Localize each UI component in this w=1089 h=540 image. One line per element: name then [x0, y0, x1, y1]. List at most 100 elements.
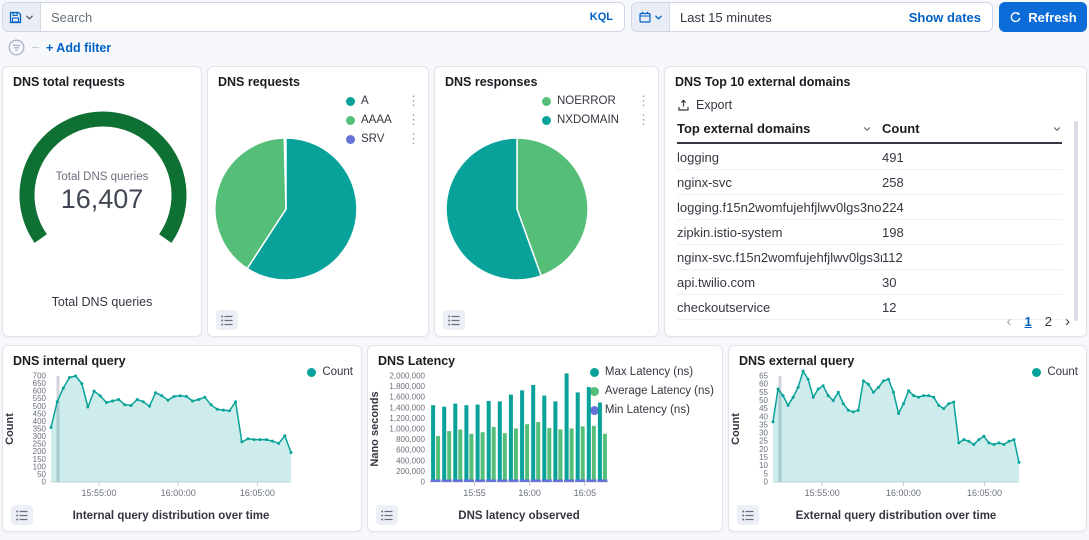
column-header-domains[interactable]: Top external domains: [677, 121, 882, 136]
domain-cell: nginx-svc: [677, 175, 882, 190]
legend-options-icon[interactable]: ⋮: [637, 115, 650, 125]
list-icon: [448, 315, 460, 326]
table-body: logging491nginx-svc258logging.f15n2womfu…: [677, 145, 1062, 320]
export-button[interactable]: Export: [677, 98, 732, 112]
list-icon: [221, 315, 233, 326]
column-header-count[interactable]: Count: [882, 121, 1062, 136]
svg-text:45: 45: [759, 404, 768, 413]
table-row: logging491: [677, 145, 1062, 170]
domain-cell: api.twilio.com: [677, 275, 882, 290]
saved-query-menu-button[interactable]: [3, 3, 41, 31]
area-chart[interactable]: 0501001502002503003504004505005506006507…: [3, 364, 362, 502]
previous-page-icon[interactable]: ‹: [1007, 314, 1012, 329]
page-1-button[interactable]: 1: [1025, 314, 1032, 329]
list-icon: [742, 510, 754, 521]
bar-chart[interactable]: 0200,000400,000600,000800,0001,000,0001,…: [368, 364, 723, 502]
next-page-icon[interactable]: ›: [1065, 314, 1070, 329]
add-filter-button[interactable]: + Add filter: [46, 41, 111, 55]
table-header: Top external domains Count: [677, 121, 1062, 144]
legend-toggle-button[interactable]: [11, 505, 33, 525]
search-input[interactable]: [41, 3, 579, 31]
svg-text:1,200,000: 1,200,000: [389, 414, 425, 423]
legend-item-a[interactable]: A⋮: [346, 95, 420, 107]
chart-x-axis-title: External query distribution over time: [773, 510, 1019, 522]
legend-label: A: [361, 95, 369, 107]
legend-item-noerror[interactable]: NOERROR ⋮: [542, 95, 650, 107]
svg-text:Count: Count: [730, 413, 742, 445]
count-cell: 258: [882, 175, 1062, 190]
panel-title: DNS responses: [445, 75, 537, 89]
svg-text:1,600,000: 1,600,000: [389, 393, 425, 402]
svg-text:35: 35: [759, 420, 768, 429]
domain-cell: zipkin.istio-system: [677, 225, 882, 240]
svg-text:16:00:00: 16:00:00: [886, 488, 921, 498]
gauge-value: 16,407: [3, 184, 201, 215]
panel-dns-external-query: DNS external query Count 051015202530354…: [728, 345, 1087, 532]
svg-text:15: 15: [759, 453, 768, 462]
svg-text:0: 0: [764, 478, 769, 487]
gauge-bottom-label: Total DNS queries: [3, 295, 201, 309]
pie-chart[interactable]: [208, 129, 408, 294]
table-row: logging.f15n2womfujehfjlwv0lgs3nog....22…: [677, 195, 1062, 220]
column-label: Count: [882, 121, 920, 136]
table-row: nginx-svc.f15n2womfujehfjlwv0lgs3no...11…: [677, 245, 1062, 270]
time-range-value[interactable]: Last 15 minutes: [670, 3, 909, 31]
panel-dns-requests: DNS requests A⋮AAAA⋮SRV⋮: [207, 66, 429, 337]
panel-dns-latency: DNS Latency Max Latency (ns)Average Late…: [367, 345, 723, 532]
table-scrollbar[interactable]: [1074, 121, 1078, 321]
legend-toggle-button[interactable]: [216, 310, 238, 330]
sort-chevron-icon: [1052, 124, 1062, 134]
kql-language-button[interactable]: KQL: [579, 3, 624, 31]
svg-text:2,000,000: 2,000,000: [389, 372, 425, 381]
legend-options-icon[interactable]: ⋮: [407, 134, 420, 144]
legend: NOERROR ⋮ NXDOMAIN ⋮: [542, 95, 650, 126]
gauge-center-label: Total DNS queries: [3, 171, 201, 183]
svg-text:50: 50: [759, 396, 768, 405]
svg-text:15:55: 15:55: [463, 488, 486, 498]
legend-item-aaaa[interactable]: AAAA⋮: [346, 114, 420, 126]
domain-cell: nginx-svc.f15n2womfujehfjlwv0lgs3no...: [677, 250, 882, 265]
svg-text:16:00:00: 16:00:00: [161, 488, 196, 498]
svg-text:16:00: 16:00: [518, 488, 541, 498]
pie-chart[interactable]: [435, 129, 640, 294]
svg-text:16:05:00: 16:05:00: [967, 488, 1002, 498]
panel-title: DNS requests: [218, 75, 300, 89]
sort-chevron-icon: [862, 124, 872, 134]
domain-cell: logging.f15n2womfujehfjlwv0lgs3nog....: [677, 200, 882, 215]
table-row: nginx-svc258: [677, 170, 1062, 195]
legend-options-icon[interactable]: ⋮: [407, 96, 420, 106]
refresh-button[interactable]: Refresh: [999, 2, 1087, 32]
legend-dot-icon: [346, 97, 355, 106]
legend-dot-icon: [346, 116, 355, 125]
pagination: ‹ 12 ›: [1007, 314, 1070, 329]
svg-text:15:55:00: 15:55:00: [805, 488, 840, 498]
legend-toggle-button[interactable]: [376, 505, 398, 525]
legend-toggle-button[interactable]: [443, 310, 465, 330]
legend-item-nxdomain[interactable]: NXDOMAIN ⋮: [542, 114, 650, 126]
show-dates-button[interactable]: Show dates: [909, 3, 992, 31]
svg-text:20: 20: [759, 445, 768, 454]
legend-dot-icon: [542, 97, 551, 106]
count-cell: 112: [882, 250, 1062, 265]
column-label: Top external domains: [677, 121, 810, 136]
table-row: api.twilio.com30: [677, 270, 1062, 295]
legend-options-icon[interactable]: ⋮: [407, 115, 420, 125]
svg-text:55: 55: [759, 388, 768, 397]
count-cell: 12: [882, 300, 1062, 315]
panel-dns-top-external-domains: DNS Top 10 external domains Export Top e…: [664, 66, 1087, 337]
filter-icon[interactable]: [8, 39, 25, 56]
legend-label: NXDOMAIN: [557, 114, 619, 126]
area-chart[interactable]: 0510152025303540455055606515:55:0016:00:…: [729, 364, 1087, 502]
table-row: checkoutservice12: [677, 295, 1062, 320]
page-2-button[interactable]: 2: [1045, 314, 1052, 329]
legend-toggle-button[interactable]: [737, 505, 759, 525]
svg-text:30: 30: [759, 429, 768, 438]
legend-label: NOERROR: [557, 95, 616, 107]
svg-text:10: 10: [759, 461, 768, 470]
svg-text:200,000: 200,000: [396, 467, 425, 476]
query-bar: KQL Last 15 minutes Show dates Refresh: [0, 0, 1089, 32]
quick-select-time-button[interactable]: [632, 3, 670, 31]
filter-bar: + Add filter: [0, 32, 1089, 58]
legend-options-icon[interactable]: ⋮: [637, 96, 650, 106]
svg-text:700: 700: [33, 372, 47, 381]
